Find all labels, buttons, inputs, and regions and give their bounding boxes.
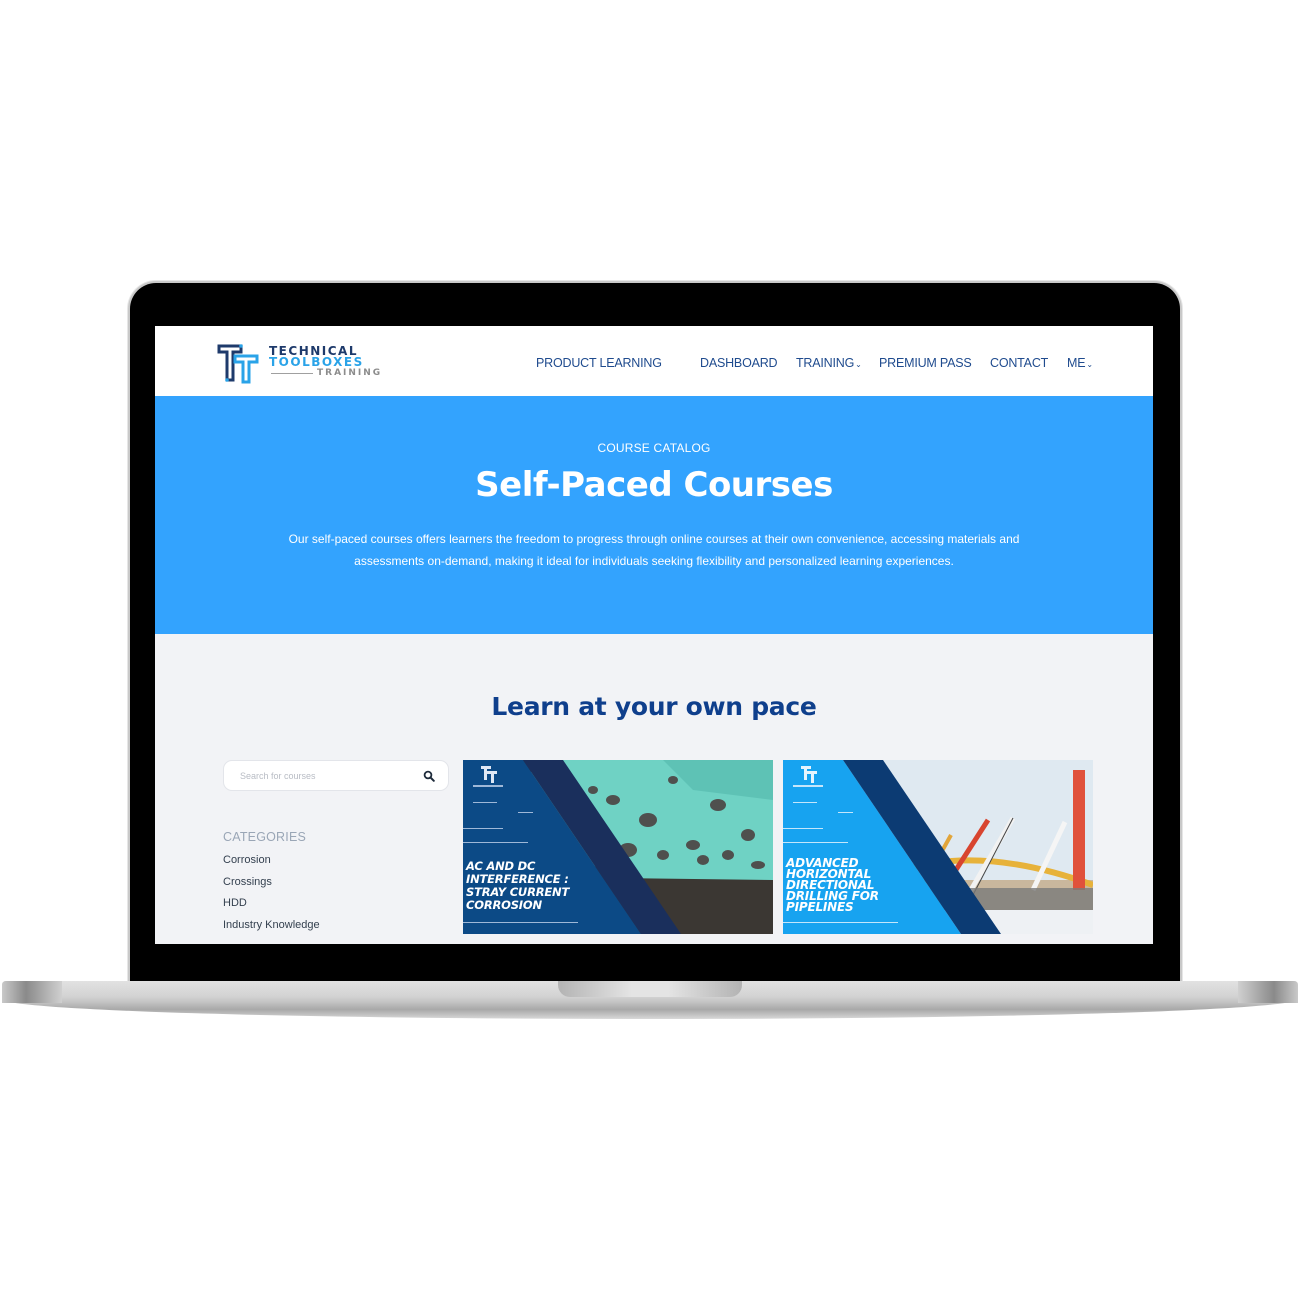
category-link[interactable]: Crossings [223,875,320,897]
nav-label: PREMIUM PASS [879,356,972,370]
course-title: Advanced Horizontal Directional Drilling… [786,856,879,914]
site-logo[interactable]: TECHNICAL TOOLBOXES TRAINING [217,340,407,386]
chevron-down-icon: ⌄ [855,360,862,369]
nav-label: ME [1067,356,1086,370]
nav-training[interactable]: TRAINING⌄ [796,356,862,370]
logo-line-2: TOOLBOXES [269,355,364,369]
hero-banner: COURSE CATALOG Self-Paced Courses Our se… [155,396,1153,634]
hero-description: Our self-paced courses offers learners t… [288,532,1020,568]
search-input[interactable] [240,768,410,784]
section-title: Learn at your own pace [491,692,817,721]
category-link[interactable]: HDD [223,896,320,918]
nav-label: DASHBOARD [700,356,778,370]
category-link[interactable]: Corrosion [223,853,320,875]
laptop-notch [558,981,742,997]
nav-me[interactable]: ME⌄ [1067,356,1093,370]
course-card[interactable]: AC and DC Interference : Stray Current C… [463,760,773,934]
page-title: Self-Paced Courses [475,465,833,505]
logo-text: TECHNICAL TOOLBOXES TRAINING [269,345,383,379]
categories-list: Corrosion Crossings HDD Industry Knowled… [223,853,320,939]
nav-label: TRAINING [796,356,855,370]
course-search [223,760,449,791]
nav-contact[interactable]: CONTACT [990,356,1048,370]
nav-premium-pass[interactable]: PREMIUM PASS [879,356,972,370]
logo-line-3: TRAINING [270,368,383,378]
chevron-down-icon: ⌄ [1086,360,1093,369]
search-icon[interactable] [423,770,435,782]
nav-dashboard[interactable]: DASHBOARD [700,356,778,370]
nav-label: PRODUCT LEARNING [536,356,662,370]
nav-product-learning[interactable]: PRODUCT LEARNING [536,356,662,370]
course-card[interactable]: Advanced Horizontal Directional Drilling… [783,760,1093,934]
nav-label: CONTACT [990,356,1049,370]
hero-eyebrow: COURSE CATALOG [597,441,711,455]
site-header: TECHNICAL TOOLBOXES TRAINING PRODUCT LEA… [155,326,1153,396]
logo-mark-icon [217,344,259,384]
browser-screen: TECHNICAL TOOLBOXES TRAINING PRODUCT LEA… [155,326,1153,944]
categories-heading: CATEGORIES [223,830,307,844]
course-title: AC and DC Interference : Stray Current C… [466,859,570,912]
category-link[interactable]: Industry Knowledge [223,918,320,940]
